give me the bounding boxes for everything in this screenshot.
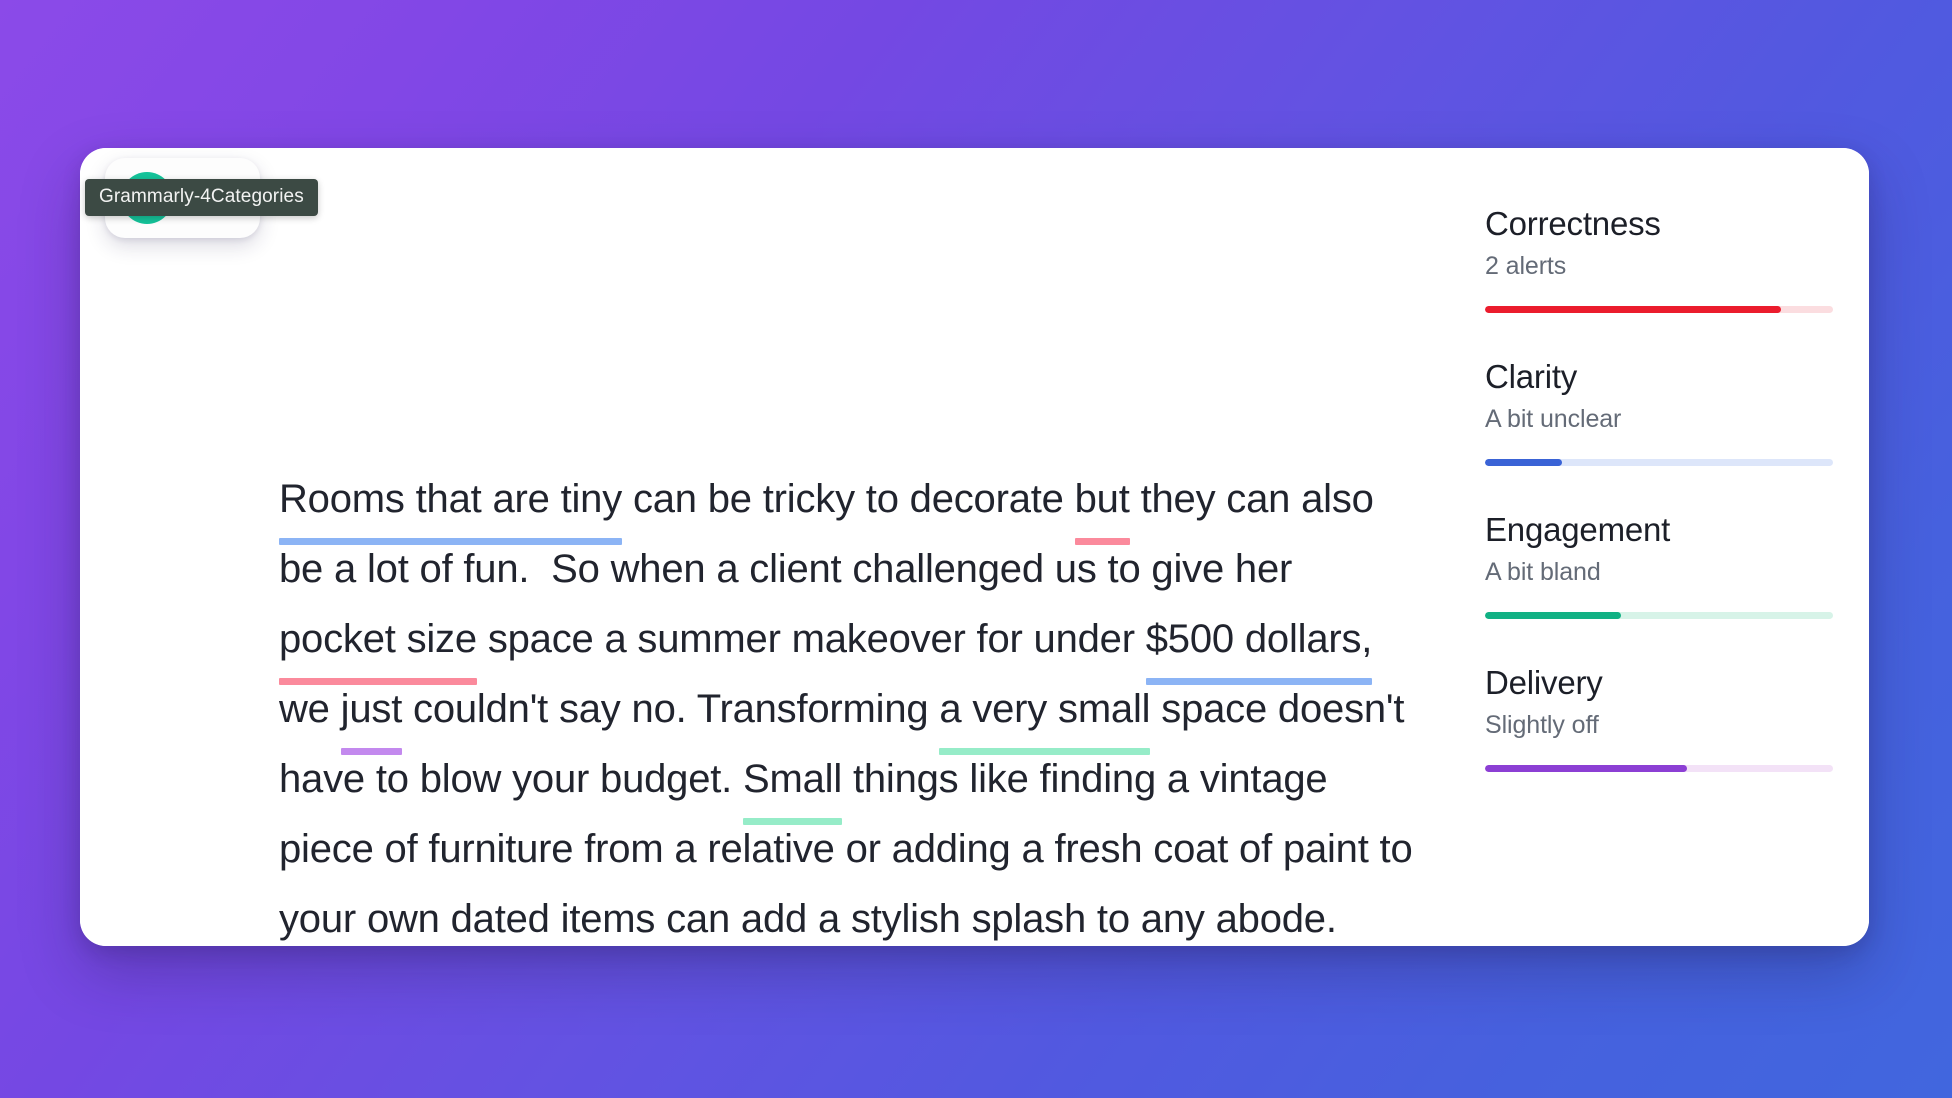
score-bar-fill-delivery [1485, 765, 1687, 772]
document-text-run: couldn't say no. Transforming [402, 687, 940, 731]
score-status-clarity: A bit unclear [1485, 405, 1622, 433]
score-status-engagement: A bit bland [1485, 558, 1601, 586]
suggestion-highlight-blue[interactable]: Rooms that are tiny [279, 464, 622, 545]
document-text-body[interactable]: Rooms that are tiny can be tricky to dec… [279, 464, 1419, 946]
suggestion-highlight-red[interactable]: pocket size [279, 604, 477, 685]
score-title-clarity: Clarity [1485, 358, 1578, 395]
suggestion-highlight-purple[interactable]: just [340, 674, 403, 755]
score-bar-engagement [1485, 612, 1833, 619]
performance-score-sidebar: Correctness 2 alerts Clarity A bit unclear E… [1429, 148, 1869, 946]
score-bar-fill-correctness [1485, 306, 1781, 313]
score-bar-delivery [1485, 765, 1833, 772]
document-text-run: space a summer makeover for under [476, 617, 1146, 661]
document-text-run: can be tricky to decorate [622, 477, 1075, 521]
document-text-run: dated items can add a stylish splash to … [439, 897, 1337, 941]
editor-pane: Rooms that are tiny can be tricky to dec… [80, 148, 1429, 946]
widget-tooltip: Grammarly-4Categories [85, 179, 318, 216]
score-bar-clarity [1485, 459, 1833, 466]
suggestion-highlight-blue[interactable]: $500 dollars, [1145, 604, 1373, 685]
score-title-delivery: Delivery [1485, 664, 1603, 701]
score-bar-fill-clarity [1485, 459, 1562, 466]
grammarly-editor-card: Rooms that are tiny can be tricky to dec… [80, 148, 1869, 946]
suggestion-highlight-red[interactable]: but [1074, 464, 1130, 545]
score-block-delivery[interactable]: Delivery Slightly off [1485, 663, 1833, 772]
suggestion-highlight-blue[interactable]: own [367, 884, 440, 946]
suggestion-highlight-green[interactable]: Small [743, 744, 842, 825]
score-status-correctness: 2 alerts [1485, 252, 1567, 280]
score-title-correctness: Correctness [1485, 205, 1661, 242]
score-title-engagement: Engagement [1485, 511, 1671, 548]
score-block-correctness[interactable]: Correctness 2 alerts [1485, 204, 1833, 313]
score-status-delivery: Slightly off [1485, 711, 1599, 739]
suggestion-highlight-green[interactable]: a very small [939, 674, 1151, 755]
score-bar-correctness [1485, 306, 1833, 313]
document-text-run: we [279, 687, 341, 731]
score-bar-fill-engagement [1485, 612, 1621, 619]
score-block-engagement[interactable]: Engagement A bit bland [1485, 510, 1833, 619]
score-block-clarity[interactable]: Clarity A bit unclear [1485, 357, 1833, 466]
